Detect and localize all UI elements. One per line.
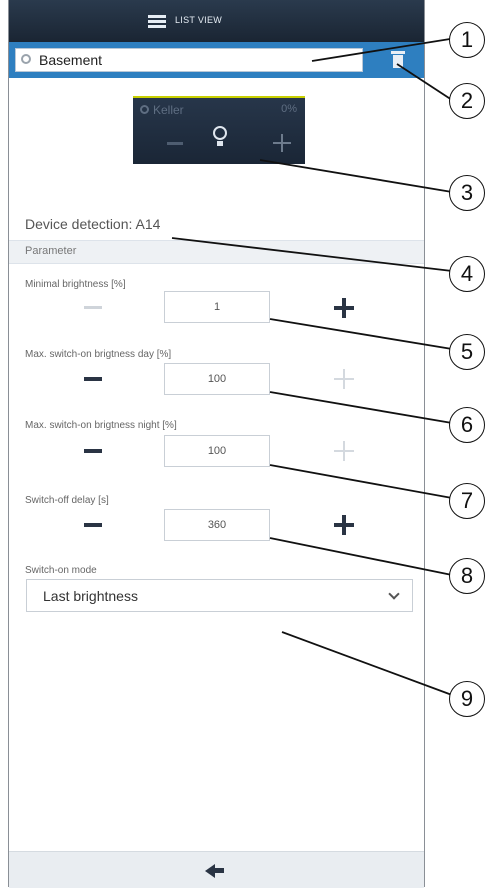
callout-4: 4 — [449, 256, 485, 292]
callout-5: 5 — [449, 334, 485, 370]
callout-9: 9 — [449, 681, 485, 717]
callout-6: 6 — [449, 407, 485, 443]
callout-lines — [171, 38, 453, 696]
callout-3: 3 — [449, 175, 485, 211]
callout-1: 1 — [449, 22, 485, 58]
callout-2: 2 — [449, 83, 485, 119]
callout-8: 8 — [449, 558, 485, 594]
callout-7: 7 — [449, 483, 485, 519]
